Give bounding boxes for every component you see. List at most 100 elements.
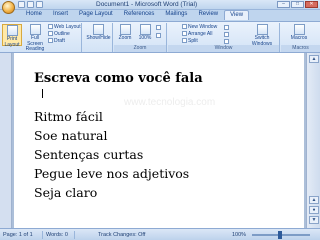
show-hide-label: Show/Hide xyxy=(86,35,111,41)
document-lines: Ritmo fácil Soe natural Sentenças curtas… xyxy=(34,109,189,204)
save-icon[interactable] xyxy=(18,1,25,8)
document-page[interactable]: Escreva como você fala www.tecnologia.co… xyxy=(14,53,304,228)
document-heading: Escreva como você fala xyxy=(34,71,203,86)
minimize-button[interactable]: – xyxy=(277,1,290,8)
switch-windows-button[interactable]: Switch Windows xyxy=(248,24,276,46)
tab-view[interactable]: View xyxy=(224,10,250,20)
side-by-side-icon xyxy=(224,25,229,30)
select-browse-object-icon[interactable]: ● xyxy=(309,206,319,214)
window-group-label: Window xyxy=(168,45,279,52)
new-window-label: New Window xyxy=(188,24,218,30)
print-layout-button[interactable]: Print Layout xyxy=(2,24,22,48)
macros-label: Macros xyxy=(290,35,308,41)
window-title: Document1 - Microsoft Word (Trial) xyxy=(96,1,198,8)
tab-mailings[interactable]: Mailings xyxy=(160,10,192,20)
word-count[interactable]: Words: 0 xyxy=(46,232,68,238)
arrange-all-button[interactable]: Arrange All xyxy=(182,31,212,37)
view-side-by-side-button[interactable] xyxy=(224,25,230,31)
ribbon: Print Layout Full Screen Reading Web Lay… xyxy=(0,21,320,53)
redo-icon[interactable] xyxy=(36,1,43,8)
zoom-100-button[interactable]: 100% xyxy=(136,24,154,46)
close-button[interactable]: ✕ xyxy=(305,1,318,8)
vertical-scrollbar[interactable]: ▲ ▲ ● ▼ xyxy=(306,53,320,228)
show-hide-button[interactable]: Show/Hide xyxy=(86,24,111,46)
zoom-button[interactable]: Zoom xyxy=(116,24,134,46)
macros-button[interactable]: Macros xyxy=(287,24,311,46)
draft-icon xyxy=(48,38,53,43)
zoom-group-label: Zoom xyxy=(114,45,166,52)
previous-page-icon[interactable]: ▲ xyxy=(309,196,319,204)
ribbon-tabs: Home Insert Page Layout References Maili… xyxy=(0,10,320,21)
quick-access-toolbar xyxy=(18,1,43,8)
web-layout-icon xyxy=(48,24,53,29)
split-label: Split xyxy=(188,38,198,44)
magnifier-icon xyxy=(119,24,131,35)
zoom-100-label: 100% xyxy=(138,35,152,41)
reset-window-icon xyxy=(224,39,229,44)
page-count[interactable]: Page: 1 of 1 xyxy=(3,232,33,238)
one-page-icon xyxy=(156,25,161,30)
document-line: Soe natural xyxy=(34,128,108,143)
web-layout-label: Web Layout xyxy=(54,24,81,30)
arrange-all-icon xyxy=(182,31,187,36)
vertical-ruler xyxy=(0,53,12,228)
window-controls: – □ ✕ xyxy=(277,1,318,8)
full-screen-reading-label: Full Screen Reading xyxy=(25,35,45,52)
document-line: Seja claro xyxy=(34,185,98,200)
tab-insert[interactable]: Insert xyxy=(48,10,73,20)
outline-label: Outline xyxy=(54,31,70,37)
tab-home[interactable]: Home xyxy=(21,10,47,20)
status-bar: Page: 1 of 1 Words: 0 Track Changes: Off… xyxy=(0,228,320,240)
split-icon xyxy=(182,38,187,43)
switch-windows-icon xyxy=(256,24,268,35)
tab-references[interactable]: References xyxy=(119,10,160,20)
macros-group-label: Macros xyxy=(281,45,320,52)
print-layout-label: Print Layout xyxy=(4,36,20,48)
status-divider xyxy=(74,231,75,239)
next-page-icon[interactable]: ▼ xyxy=(309,216,319,224)
title-bar: Document1 - Microsoft Word (Trial) – □ ✕ xyxy=(0,0,320,10)
two-pages-button[interactable] xyxy=(156,33,162,39)
undo-icon[interactable] xyxy=(27,1,34,8)
arrange-all-label: Arrange All xyxy=(188,31,213,37)
status-divider xyxy=(42,231,43,239)
sync-scrolling-button[interactable] xyxy=(224,32,230,38)
full-screen-reading-button[interactable]: Full Screen Reading xyxy=(24,24,46,52)
full-screen-reading-icon xyxy=(29,24,41,35)
draft-button[interactable]: Draft xyxy=(48,38,65,44)
watermark: www.tecnologia.com xyxy=(124,97,216,108)
new-window-button[interactable]: New Window xyxy=(182,24,217,30)
track-changes-status[interactable]: Track Changes: Off xyxy=(98,232,145,238)
zoom-100-icon xyxy=(139,24,151,35)
zoom-slider-thumb[interactable] xyxy=(278,231,282,239)
tab-review[interactable]: Review xyxy=(193,10,223,20)
document-line: Pegue leve nos adjetivos xyxy=(34,166,190,181)
new-window-icon xyxy=(182,24,187,29)
one-page-button[interactable] xyxy=(156,25,162,31)
window-group: New Window Arrange All Split Switch Wind… xyxy=(168,23,280,52)
print-layout-icon xyxy=(6,25,18,36)
sync-scroll-icon xyxy=(224,32,229,37)
document-line: Sentenças curtas xyxy=(34,147,144,162)
scroll-up-icon[interactable]: ▲ xyxy=(309,55,319,63)
show-hide-icon xyxy=(93,24,104,35)
text-cursor xyxy=(42,89,43,98)
zoom-group: Zoom 100% Zoom xyxy=(114,23,167,52)
macros-icon xyxy=(293,24,305,35)
document-area: Escreva como você fala www.tecnologia.co… xyxy=(0,53,320,228)
document-views-group: Print Layout Full Screen Reading Web Lay… xyxy=(0,23,82,52)
office-button[interactable] xyxy=(2,1,15,14)
show-hide-group: Show/Hide xyxy=(83,23,113,52)
tab-page-layout[interactable]: Page Layout xyxy=(74,10,118,20)
maximize-button[interactable]: □ xyxy=(291,1,304,8)
macros-group: Macros Macros xyxy=(281,23,320,52)
zoom-level[interactable]: 100% xyxy=(232,232,246,238)
split-button[interactable]: Split xyxy=(182,38,198,44)
outline-button[interactable]: Outline xyxy=(48,31,70,37)
two-pages-icon xyxy=(156,33,161,38)
zoom-label: Zoom xyxy=(118,35,132,41)
outline-icon xyxy=(48,31,53,36)
document-line: Ritmo fácil xyxy=(34,109,103,124)
web-layout-button[interactable]: Web Layout xyxy=(48,24,81,30)
draft-label: Draft xyxy=(54,38,65,44)
